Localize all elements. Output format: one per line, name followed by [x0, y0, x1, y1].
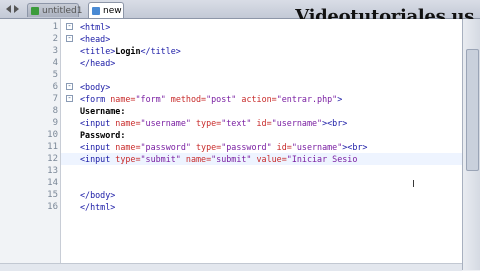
- tab-new-2[interactable]: new 2: [88, 2, 124, 32]
- code-line[interactable]: <input name="username" type="text" id="u…: [80, 117, 347, 129]
- fold-toggle-icon[interactable]: -: [66, 35, 73, 42]
- code-line[interactable]: <head>: [80, 33, 110, 45]
- line-number: 7: [52, 94, 58, 104]
- file-icon: [92, 7, 100, 15]
- file-icon: [31, 7, 39, 15]
- vertical-scrollbar[interactable]: [462, 19, 480, 270]
- code-editor[interactable]: 1 <html> 2 <head> 3 <title>Login</title> 4 </he…: [0, 19, 462, 270]
- fold-toggle-icon[interactable]: -: [66, 95, 73, 102]
- code-line[interactable]: <body>: [80, 81, 110, 93]
- code-line[interactable]: Password:: [80, 129, 125, 141]
- line-number: 4: [52, 58, 58, 68]
- code-line[interactable]: </body>: [80, 189, 115, 201]
- line-number: 12: [47, 154, 58, 164]
- fold-toggle-icon[interactable]: -: [66, 83, 73, 90]
- line-number: 16: [47, 202, 58, 212]
- code-line[interactable]: Username:: [80, 105, 125, 117]
- line-number: 10: [47, 130, 58, 140]
- line-number: 2: [52, 34, 58, 44]
- line-number: 13: [47, 166, 58, 176]
- code-line[interactable]: <form name="form" method="post" action="…: [80, 93, 342, 105]
- scrollbar-thumb[interactable]: [466, 49, 479, 171]
- fold-toggle-icon[interactable]: -: [66, 23, 73, 30]
- code-line[interactable]: <html>: [80, 21, 110, 33]
- line-number: 14: [47, 178, 58, 188]
- code-line[interactable]: </html>: [80, 201, 115, 213]
- scroll-tabs-right-icon[interactable]: [14, 5, 19, 13]
- line-number: 8: [52, 106, 58, 116]
- line-number: 15: [47, 190, 58, 200]
- line-number: 11: [47, 142, 58, 152]
- line-number: 3: [52, 46, 58, 56]
- tab-untitled1[interactable]: untitled1: [27, 3, 83, 17]
- code-line[interactable]: <title>Login</title>: [80, 45, 181, 57]
- scroll-tabs-left-icon[interactable]: [6, 5, 11, 13]
- code-line[interactable]: <input name="password" type="password" i…: [80, 141, 367, 153]
- line-number: 6: [52, 82, 58, 92]
- text-cursor-icon: I: [412, 179, 415, 190]
- code-line[interactable]: </head>: [80, 57, 115, 69]
- line-number: 1: [52, 22, 58, 32]
- tab-label: untitled1: [42, 6, 83, 16]
- line-number: 9: [52, 118, 58, 128]
- line-number: 5: [52, 70, 58, 80]
- code-line[interactable]: <input type="submit" name="submit" value…: [80, 153, 357, 165]
